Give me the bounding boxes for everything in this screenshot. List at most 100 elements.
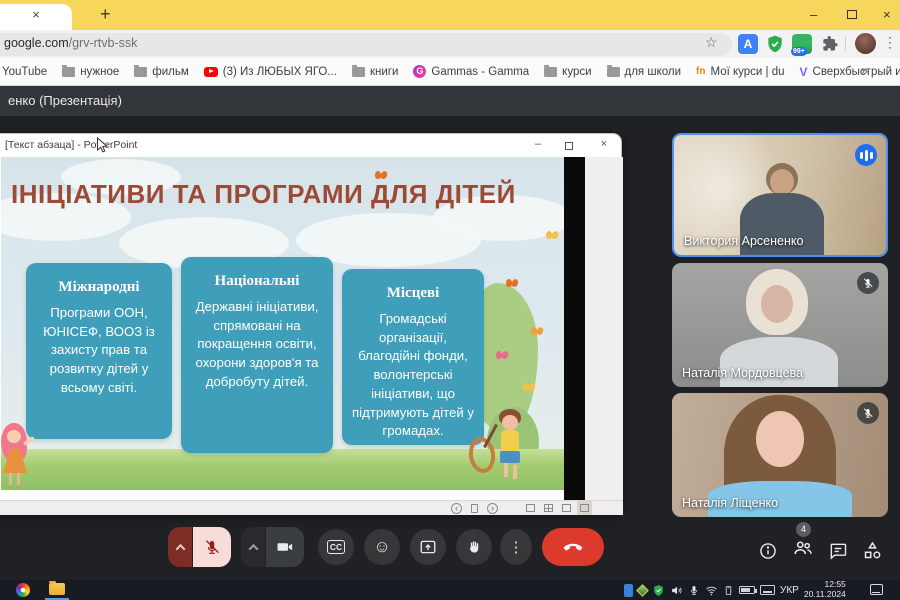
box-body: Громадські організації, благодійні фонди… (351, 310, 475, 441)
camera-button[interactable] (266, 527, 304, 567)
volume-icon[interactable] (670, 584, 683, 597)
folder-icon (544, 67, 557, 77)
mic-off-icon (857, 272, 879, 294)
chevron-up-icon (175, 543, 185, 553)
cc-icon: CC (327, 540, 345, 554)
bookmark-moodle[interactable]: fnМої курси | du (696, 66, 784, 78)
powerpoint-titlebar[interactable]: [Текст абзаца] - PowerPoint – × (0, 134, 621, 157)
url-domain: google.com (4, 36, 69, 50)
bookmarks-overflow-icon[interactable]: » (861, 63, 868, 78)
end-call-button[interactable] (542, 528, 604, 566)
reading-view-button[interactable] (562, 504, 571, 512)
bookmark-folder-knigi[interactable]: книги (352, 66, 398, 78)
bookmark-youtube[interactable]: YouTube (2, 66, 47, 78)
bookmark-label: нужное (80, 66, 119, 78)
file-explorer-icon[interactable] (49, 583, 65, 595)
slide-box-national: Національні Державні ініціативи, спрямов… (181, 257, 333, 453)
normal-view-button[interactable] (526, 504, 535, 512)
phone-down-icon (562, 536, 584, 558)
ppt-maximize-button[interactable] (565, 142, 573, 150)
participant-tile-2[interactable]: Наталія Мордовцева (672, 263, 888, 387)
extension-badge: 99+ (791, 47, 807, 56)
toolbar-divider (845, 36, 846, 51)
annotate-pen-button[interactable] (471, 504, 478, 513)
ppt-close-button[interactable]: × (601, 138, 607, 150)
chat-icon[interactable] (828, 541, 848, 561)
mic-mute-button[interactable] (193, 527, 231, 567)
presenter-control-bar: ‹ › (0, 500, 623, 515)
shield-extension-icon[interactable] (765, 34, 785, 54)
captions-button[interactable]: CC (318, 529, 354, 565)
participant-tile-1[interactable]: Виктория Арсененко (672, 133, 888, 257)
girl-character (1, 423, 43, 489)
window-minimize-button[interactable]: – (810, 7, 817, 22)
participant-name: Виктория Арсененко (684, 234, 803, 248)
url-path: /grv-rtvb-ssk (69, 36, 138, 50)
reactions-button[interactable]: ☺ (364, 529, 400, 565)
profile-avatar[interactable] (855, 33, 876, 54)
butterfly-shape (375, 171, 381, 179)
info-icon[interactable] (758, 541, 778, 561)
people-icon (792, 537, 814, 559)
more-options-button[interactable]: ⋮ (500, 529, 532, 565)
battery-icon[interactable] (739, 586, 755, 594)
present-button[interactable] (410, 529, 446, 565)
bookmark-folder-shkoly[interactable]: для школи (607, 66, 682, 78)
camera-options-chevron[interactable] (241, 527, 265, 567)
counter-extension-icon[interactable]: 99+ (792, 34, 812, 54)
box-body: Програми ООН, ЮНІСЕФ, ВООЗ із захисту пр… (35, 304, 163, 398)
bookmark-folder-nuzhnoe[interactable]: нужное (62, 66, 119, 78)
window-maximize-button[interactable] (847, 10, 857, 19)
bookmark-folder-film[interactable]: фильм (134, 66, 189, 78)
browser-menu-icon[interactable]: ⋮ (883, 34, 897, 51)
url-text[interactable]: google.com/grv-rtvb-ssk (4, 36, 137, 50)
extensions-puzzle-icon[interactable] (820, 34, 840, 54)
browser-tab-strip: × + – × (0, 0, 900, 30)
bookmark-gamma[interactable]: GGammas - Gamma (413, 65, 529, 78)
microphone-icon[interactable] (688, 584, 700, 596)
notification-center-icon[interactable] (870, 584, 883, 595)
bookmark-star-icon[interactable]: ☆ (705, 34, 718, 51)
window-close-button[interactable]: × (883, 7, 891, 22)
powerpoint-window[interactable]: [Текст абзаца] - PowerPoint – × ІНІЦІАТИ… (0, 133, 622, 515)
bookmarks-bar: YouTube нужное фильм (3) Из ЛЮБЫХ ЯГО...… (0, 58, 900, 86)
bookmark-sverkh[interactable]: VСверхбыстрый и п... (800, 65, 900, 79)
bookmark-folder-kursy[interactable]: курси (544, 66, 591, 78)
chevron-up-icon (248, 543, 258, 553)
slideshow-view-button[interactable] (580, 504, 589, 512)
participants-button[interactable]: 4 (792, 537, 814, 564)
translate-extension-icon[interactable]: A (738, 34, 758, 54)
browser-taskbar-icon[interactable] (16, 583, 30, 597)
participant-count-badge: 4 (796, 522, 811, 537)
presenter-side-panel (585, 157, 623, 500)
shield-check-icon (765, 34, 785, 54)
date: 20.11.2024 (804, 590, 846, 600)
slide-sorter-view-button[interactable] (544, 504, 553, 512)
more-vert-icon: ⋮ (509, 538, 524, 556)
folder-icon (607, 67, 620, 77)
butterfly-shape (523, 383, 529, 391)
slide-title: ІНІЦІАТИВИ ТА ПРОГРАМИ ДЛЯ ДІТЕЙ (11, 179, 556, 210)
tab-close-icon[interactable]: × (28, 7, 44, 22)
box-body: Державні ініціативи, спрямовані на покра… (190, 298, 324, 392)
raise-hand-button[interactable] (456, 529, 492, 565)
activities-icon[interactable] (862, 540, 883, 561)
participant-tile-3[interactable]: Наталія Ліщенко (672, 393, 888, 517)
tray-shield-icon[interactable] (652, 584, 665, 597)
new-tab-button[interactable]: + (100, 4, 111, 25)
tray-diamond-icon[interactable] (636, 584, 649, 597)
bookmark-label: для школи (625, 66, 682, 78)
bookmark-label: YouTube (2, 66, 47, 78)
keyboard-icon[interactable] (760, 585, 775, 595)
butterfly-shape (531, 327, 537, 335)
usb-device-icon[interactable] (723, 584, 734, 597)
tray-app-icon[interactable] (624, 584, 633, 597)
clock[interactable]: 12:55 20.11.2024 (804, 580, 846, 600)
ppt-minimize-button[interactable]: – (535, 138, 541, 150)
mic-options-chevron[interactable] (168, 527, 192, 567)
bookmark-youtube-video[interactable]: (3) Из ЛЮБЫХ ЯГО... (204, 66, 337, 78)
next-slide-button[interactable]: › (487, 503, 498, 514)
language-indicator[interactable]: УКР (780, 585, 799, 596)
prev-slide-button[interactable]: ‹ (451, 503, 462, 514)
wifi-icon[interactable] (705, 584, 718, 597)
